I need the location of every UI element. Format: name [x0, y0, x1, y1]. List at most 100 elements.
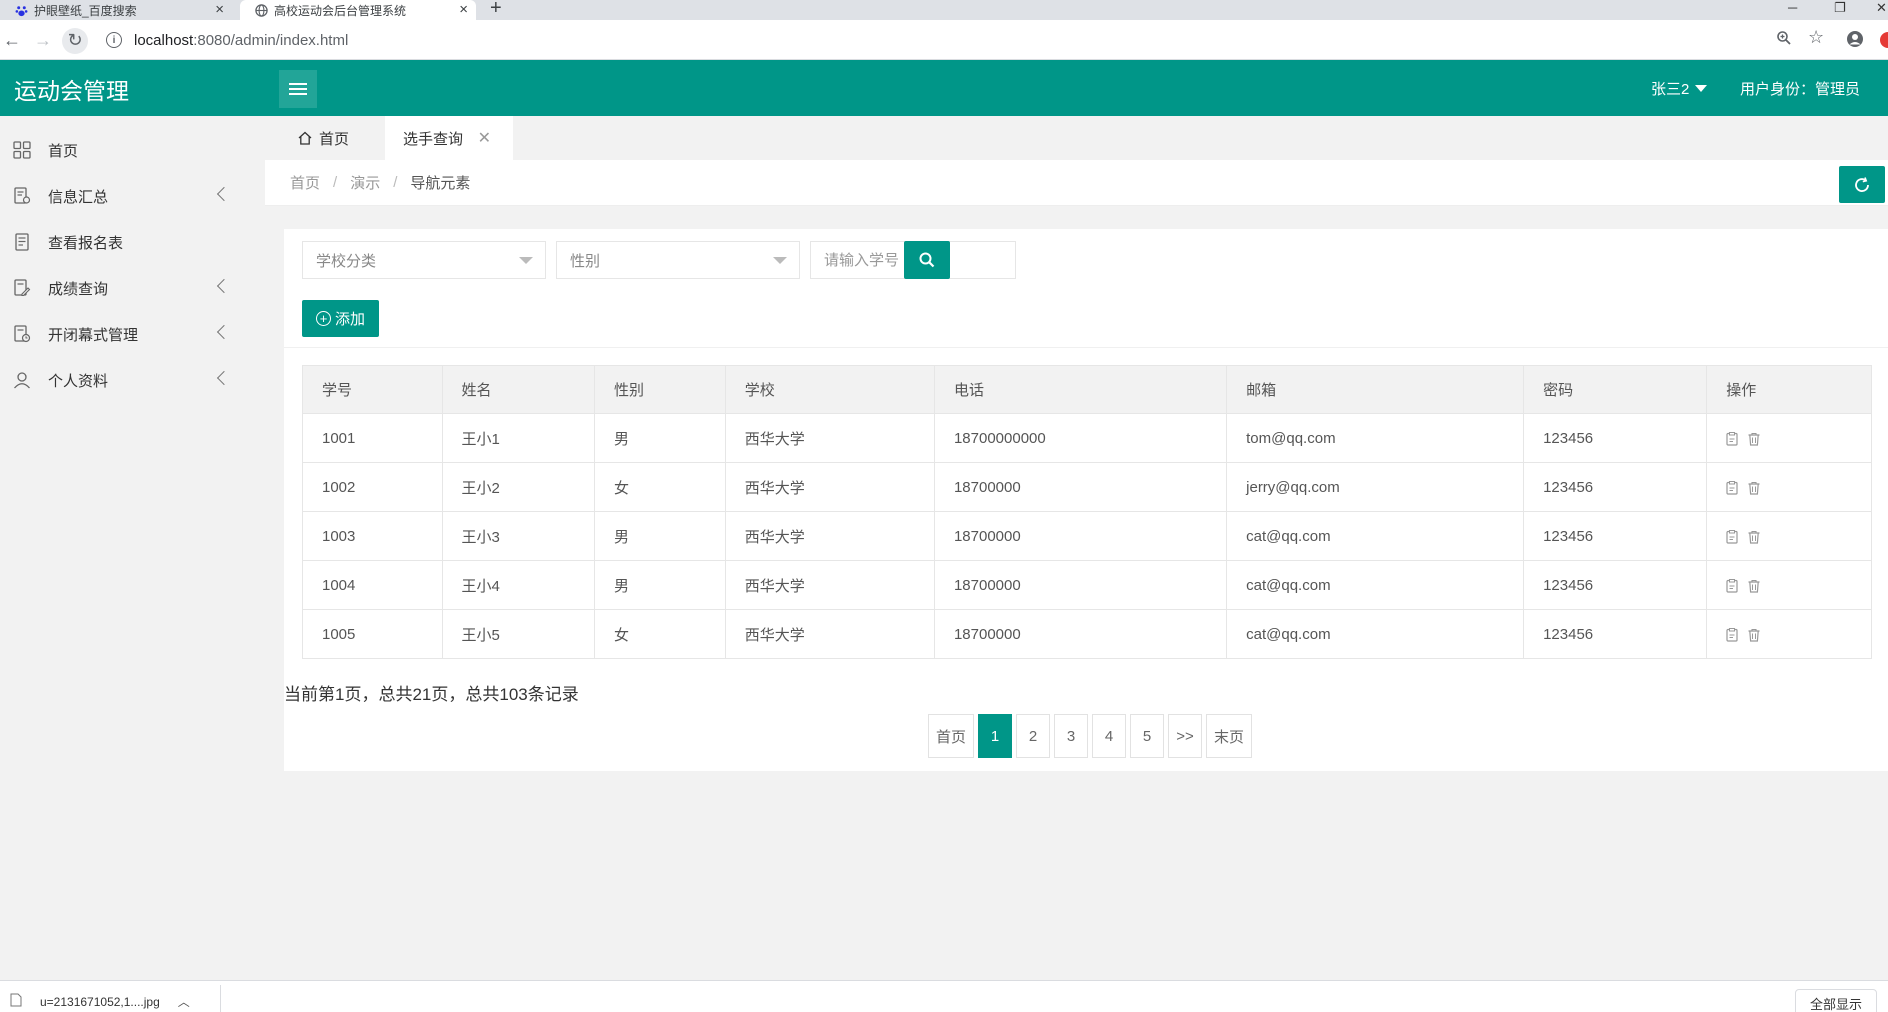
search-button[interactable] [904, 241, 950, 279]
browser-tab-strip: 护眼壁纸_百度搜索 × 高校运动会后台管理系统 × + ─ ❐ ✕ [0, 0, 1888, 20]
edit-icon[interactable] [1725, 529, 1739, 544]
delete-icon[interactable] [1747, 579, 1761, 593]
browser-tab-baidu[interactable]: 护眼壁纸_百度搜索 × [0, 0, 232, 20]
delete-icon[interactable] [1747, 628, 1761, 642]
refresh-button[interactable] [1839, 166, 1885, 203]
divider [284, 347, 1888, 348]
sidebar-item-label: 信息汇总 [48, 188, 109, 206]
password-cell: 123456 [1523, 462, 1708, 512]
page-last-button[interactable]: 末页 [1206, 714, 1252, 758]
page-button-current[interactable]: 1 [978, 714, 1012, 758]
page-button[interactable]: 5 [1130, 714, 1164, 758]
refresh-icon [1855, 176, 1869, 192]
student-id-cell: 1004 [302, 560, 443, 610]
sidebar-item-scores[interactable]: 成绩查询 [0, 265, 265, 311]
forward-icon[interactable]: → [31, 29, 55, 53]
browser-tab-admin[interactable]: 高校运动会后台管理系统 × [240, 0, 476, 20]
minimize-icon[interactable]: ─ [1788, 0, 1797, 15]
download-filename: u=2131671052,1....jpg [40, 994, 160, 1009]
column-header: 密码 [1523, 365, 1708, 414]
close-icon[interactable]: × [215, 1, 224, 18]
breadcrumb-item[interactable]: 首页 [290, 172, 320, 193]
back-icon[interactable]: ← [0, 29, 24, 53]
breadcrumb-item[interactable]: 演示 [350, 172, 380, 193]
sidebar-item-registration[interactable]: 查看报名表 [0, 219, 265, 265]
document-clock-icon [13, 325, 31, 343]
column-header: 性别 [594, 365, 726, 414]
name-cell: 王小1 [441, 413, 596, 463]
close-icon[interactable]: × [459, 1, 468, 18]
sidebar-item-label: 个人资料 [48, 372, 109, 390]
new-tab-icon[interactable]: + [490, 0, 502, 20]
pagination: 首页 1 2 3 4 5 >> 末页 [924, 714, 1252, 758]
document-edit-icon [13, 279, 31, 297]
edit-icon[interactable] [1725, 480, 1739, 495]
restore-icon[interactable]: ❐ [1834, 0, 1846, 16]
caret-down-icon [1695, 85, 1708, 92]
url-path: :8080/admin/index.html [193, 31, 349, 49]
gender-cell: 男 [594, 413, 726, 463]
table-row: 1005 王小5 女西华大学 18700000 cat@qq.com 123456 [302, 609, 1872, 659]
page-button[interactable]: 4 [1092, 714, 1126, 758]
delete-icon[interactable] [1747, 530, 1761, 544]
password-cell: 123456 [1523, 511, 1708, 561]
tab-player-query-label: 选手查询 [403, 130, 464, 148]
page-button[interactable]: 2 [1016, 714, 1050, 758]
bookmark-star-icon[interactable]: ☆ [1808, 27, 1824, 48]
password-cell: 123456 [1523, 413, 1708, 463]
gender-select[interactable]: 性别 [556, 241, 800, 279]
email-cell: cat@qq.com [1226, 560, 1525, 610]
reload-icon[interactable]: ↻ [63, 29, 87, 53]
url-field[interactable]: i localhost:8080/admin/index.html [106, 28, 1866, 52]
zoom-icon[interactable] [1776, 30, 1792, 51]
page-next-button[interactable]: >> [1168, 714, 1202, 758]
sidebar-item-ceremony[interactable]: 开闭幕式管理 [0, 311, 265, 357]
school-select[interactable]: 学校分类 [302, 241, 546, 279]
password-cell: 123456 [1523, 609, 1708, 659]
table-row: 1004 王小4 男西华大学 18700000 cat@qq.com 123456 [302, 560, 1872, 610]
document-edit-icon [13, 187, 31, 205]
close-icon[interactable]: ✕ [478, 128, 491, 148]
user-menu[interactable]: 张三2 [1651, 78, 1708, 99]
window-close-icon[interactable]: ✕ [1876, 0, 1887, 16]
chevron-up-icon[interactable]: ︿ [178, 993, 190, 1010]
sidebar-item-info-summary[interactable]: 信息汇总 [0, 173, 265, 219]
table-row: 1002 王小2 女西华大学 18700000 jerry@qq.com 123456 [302, 462, 1872, 512]
site-info-icon[interactable]: i [106, 32, 122, 48]
page-first-button[interactable]: 首页 [928, 714, 974, 758]
edit-icon[interactable] [1725, 578, 1739, 593]
student-id-cell: 1003 [302, 511, 443, 561]
sidebar-toggle-button[interactable] [279, 70, 317, 108]
breadcrumb-separator: / [333, 174, 338, 191]
phone-cell: 18700000 [933, 560, 1228, 610]
breadcrumb-item-current: 导航元素 [410, 175, 471, 192]
pagination-summary: 当前第1页，总共21页，总共103条记录 [284, 685, 579, 704]
app-logo: 运动会管理 [14, 78, 129, 104]
browser-tab-title: 高校运动会后台管理系统 [274, 3, 407, 18]
sidebar-item-profile[interactable]: 个人资料 [0, 357, 265, 403]
sidebar-item-home[interactable]: 首页 [0, 127, 265, 173]
download-item[interactable]: u=2131671052,1....jpg ︿ [10, 993, 190, 1010]
show-all-downloads-button[interactable]: 全部显示 [1795, 989, 1877, 1012]
delete-icon[interactable] [1747, 481, 1761, 495]
tab-home[interactable]: 首页 [265, 116, 385, 160]
dashboard-grid-icon [13, 141, 31, 159]
edit-icon[interactable] [1725, 627, 1739, 642]
actions-cell [1706, 462, 1872, 512]
phone-cell: 18700000 [933, 511, 1228, 561]
actions-cell [1706, 511, 1872, 561]
profile-icon[interactable] [1846, 30, 1864, 53]
tab-player-query[interactable]: 选手查询 ✕ [385, 116, 513, 160]
phone-cell: 18700000 [933, 609, 1228, 659]
school-cell: 西华大学 [724, 462, 935, 512]
tab-home-label: 首页 [319, 130, 350, 148]
gender-cell: 女 [594, 462, 726, 512]
school-cell: 西华大学 [724, 511, 935, 561]
extension-icon[interactable] [1878, 31, 1888, 54]
file-icon [10, 993, 22, 1010]
delete-icon[interactable] [1747, 432, 1761, 446]
breadcrumb: 首页 / 演示 / 导航元素 [265, 160, 1888, 206]
add-button[interactable]: + 添加 [302, 300, 379, 337]
edit-icon[interactable] [1725, 431, 1739, 446]
page-button[interactable]: 3 [1054, 714, 1088, 758]
